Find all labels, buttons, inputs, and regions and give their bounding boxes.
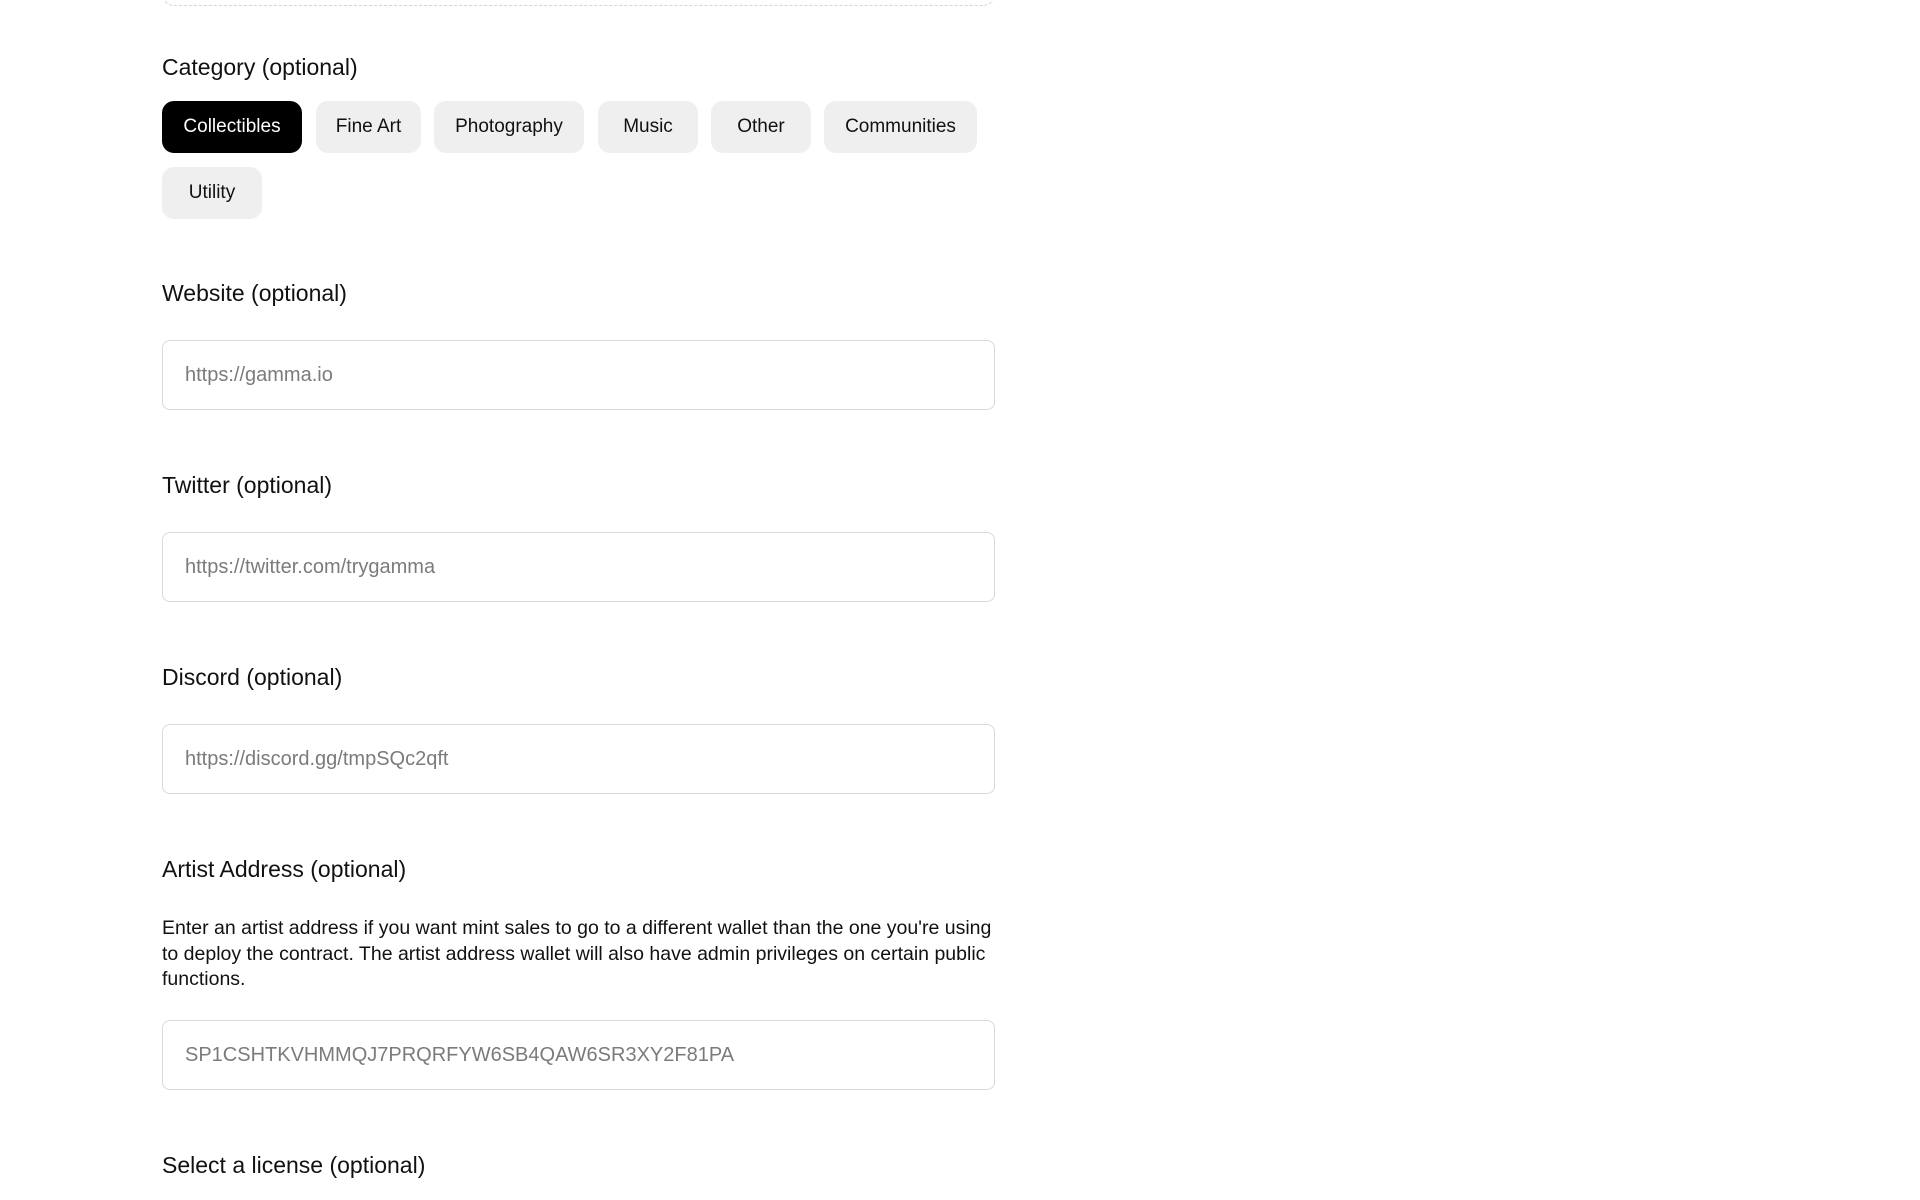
twitter-input[interactable] <box>162 532 995 602</box>
category-chip-utility[interactable]: Utility <box>162 167 262 219</box>
artist-address-help-text: Enter an artist address if you want mint… <box>162 917 992 990</box>
category-chip-fine-art[interactable]: Fine Art <box>316 101 421 153</box>
category-chip-photography[interactable]: Photography <box>434 101 584 153</box>
license-label: Select a license (optional) <box>162 1152 426 1178</box>
collection-form: Category (optional) Collectibles Fine Ar… <box>0 0 1920 1200</box>
twitter-label: Twitter (optional) <box>162 472 333 498</box>
website-label: Website (optional) <box>162 280 347 306</box>
artist-address-label: Artist Address (optional) <box>162 856 407 882</box>
category-chip-collectibles[interactable]: Collectibles <box>162 101 302 153</box>
category-chip-music[interactable]: Music <box>598 101 698 153</box>
category-label: Category (optional) <box>162 54 358 80</box>
artist-address-input[interactable] <box>162 1020 995 1090</box>
category-chip-other[interactable]: Other <box>711 101 811 153</box>
discord-input[interactable] <box>162 724 995 794</box>
upload-dropzone-edge[interactable] <box>162 0 995 6</box>
discord-label: Discord (optional) <box>162 664 343 690</box>
category-chip-communities[interactable]: Communities <box>824 101 977 153</box>
website-input[interactable] <box>162 340 995 410</box>
